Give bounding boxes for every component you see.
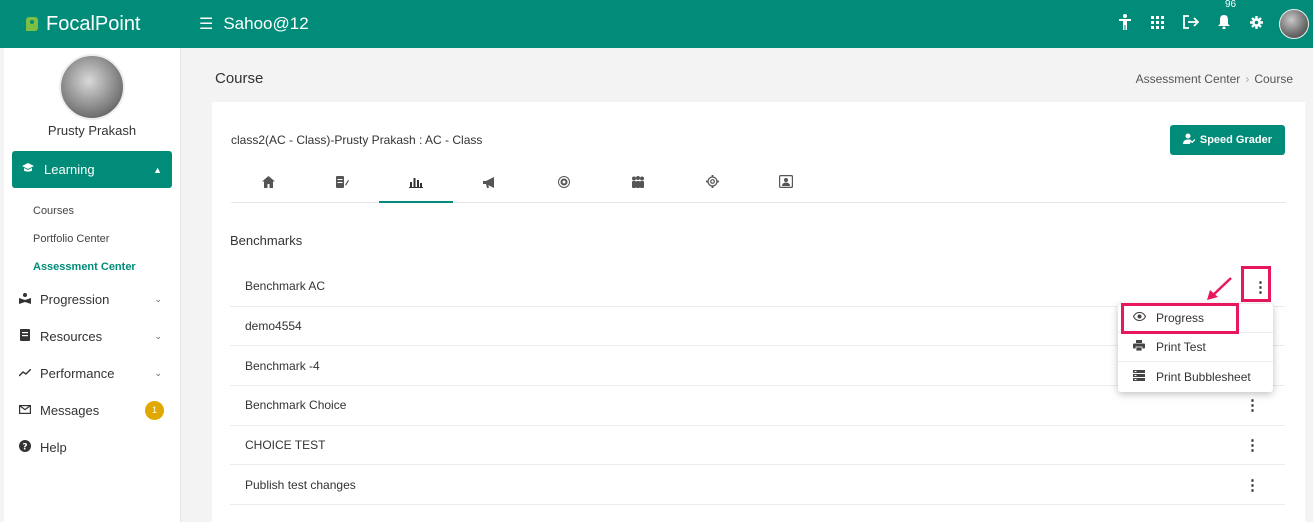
row-menu-highlight[interactable]: ⋮ <box>1241 266 1271 302</box>
top-icons: 96 <box>1108 0 1313 48</box>
list-item[interactable]: Publish test changes ⋮ <box>230 465 1285 506</box>
more-vertical-icon[interactable]: ⋮ <box>1245 476 1260 494</box>
edit-doc-icon <box>335 176 349 191</box>
speed-grader-label: Speed Grader <box>1199 134 1272 146</box>
benchmark-name: Benchmark AC <box>245 279 326 294</box>
chevron-down-icon: ⌄ <box>154 368 162 378</box>
list-item[interactable]: Benchmark Choice ⋮ <box>230 386 1285 426</box>
sidebar-subitem-assessment-center[interactable]: Assessment Center <box>4 253 180 281</box>
trend-icon <box>18 368 32 380</box>
bell-icon[interactable]: 96 <box>1207 0 1240 33</box>
sidebar-item-label: Performance <box>40 366 115 381</box>
settings-icon <box>705 175 719 191</box>
apps-grid-icon[interactable] <box>1141 15 1174 33</box>
tab-assignments[interactable] <box>305 166 379 203</box>
benchmark-chart-icon <box>409 176 423 191</box>
brand[interactable]: FocalPoint <box>0 13 185 36</box>
chevron-up-icon: ▲ <box>153 164 162 175</box>
printer-icon <box>1132 340 1146 354</box>
gear-icon[interactable] <box>1240 15 1273 33</box>
top-bar: FocalPoint ☰ Sahoo@12 96 <box>0 0 1313 48</box>
sidebar-item-performance[interactable]: Performance ⌄ <box>4 355 180 392</box>
menu-item-print-test[interactable]: Print Test <box>1118 333 1273 362</box>
avatar[interactable] <box>1279 9 1309 39</box>
logout-icon[interactable] <box>1174 15 1207 33</box>
focalpoint-logo-icon <box>26 17 38 31</box>
megaphone-icon <box>483 176 497 191</box>
sidebar-item-resources[interactable]: Resources ⌄ <box>4 318 180 355</box>
chevron-down-icon: ⌄ <box>154 294 162 304</box>
portrait-icon <box>779 175 794 191</box>
sidebar-item-label: Help <box>40 440 67 455</box>
home-icon <box>261 176 275 191</box>
list-item[interactable]: Benchmark AC <box>230 267 1285 307</box>
accessibility-icon[interactable] <box>1108 14 1141 34</box>
question-icon: ? <box>18 440 32 455</box>
breadcrumb-link-assessment-center[interactable]: Assessment Center <box>1136 72 1241 86</box>
benchmark-name: CHOICE TEST <box>245 438 326 453</box>
speed-grader-button[interactable]: Speed Grader <box>1169 125 1285 155</box>
benchmark-name: Publish test changes <box>245 477 356 492</box>
people-icon <box>631 176 645 191</box>
more-vertical-icon[interactable]: ⋮ <box>1253 278 1268 296</box>
sidebar-item-label: Resources <box>40 329 103 344</box>
svg-text:?: ? <box>22 442 27 452</box>
grader-user-icon <box>1182 133 1196 147</box>
benchmark-name: Benchmark -4 <box>245 358 320 373</box>
hamburger-menu-icon[interactable]: ☰ <box>199 14 213 34</box>
section-title: Benchmarks <box>230 233 303 248</box>
sidebar: Prusty Prakash Learning ▲ Courses Portfo… <box>4 48 181 522</box>
tab-people[interactable] <box>601 166 675 203</box>
more-vertical-icon[interactable]: ⋮ <box>1245 396 1260 414</box>
brand-name: FocalPoint <box>46 12 141 35</box>
tab-home[interactable] <box>231 166 305 203</box>
tab-goals[interactable] <box>527 166 601 203</box>
notification-count: 96 <box>1225 0 1237 10</box>
chevron-right-icon: › <box>1245 72 1250 86</box>
course-tabs <box>231 166 1286 203</box>
breadcrumb-current: Course <box>1254 72 1293 86</box>
benchmark-name: Benchmark Choice <box>245 398 347 413</box>
tab-portfolio[interactable] <box>749 166 823 203</box>
reading-icon <box>18 292 32 307</box>
sidebar-item-label: Learning <box>44 162 95 177</box>
menu-item-label: Print Bubblesheet <box>1156 369 1251 384</box>
sidebar-item-messages[interactable]: Messages 1 <box>4 392 180 429</box>
sidebar-item-progression[interactable]: Progression ⌄ <box>4 281 180 318</box>
sidebar-item-label: Progression <box>40 292 110 307</box>
annotation-arrow-icon <box>1207 277 1232 300</box>
tab-benchmarks[interactable] <box>379 166 453 203</box>
sidebar-item-label: Messages <box>40 403 100 418</box>
class-title: class2(AC - Class)-Prusty Prakash : AC -… <box>231 133 483 147</box>
breadcrumb: Assessment Center › Course <box>1136 72 1293 86</box>
graduation-cap-icon <box>22 163 34 176</box>
menu-item-label: Print Test <box>1156 340 1206 354</box>
book-icon <box>18 329 32 344</box>
username: Sahoo@12 <box>223 14 309 33</box>
sidebar-item-help[interactable]: ? Help <box>4 429 180 466</box>
tab-announcements[interactable] <box>453 166 527 203</box>
messages-badge: 1 <box>145 401 164 420</box>
sidebar-subitem-courses[interactable]: Courses <box>4 197 180 225</box>
bubblesheet-icon <box>1132 369 1146 384</box>
progress-highlight <box>1121 303 1239 334</box>
menu-item-print-bubblesheet[interactable]: Print Bubblesheet <box>1118 362 1273 391</box>
chevron-down-icon: ⌄ <box>154 331 162 341</box>
target-icon <box>558 176 570 191</box>
envelope-icon <box>18 404 32 417</box>
tab-settings[interactable] <box>675 166 749 203</box>
page-title: Course <box>215 70 264 87</box>
benchmark-name: demo4554 <box>245 319 302 334</box>
sidebar-subitem-portfolio-center[interactable]: Portfolio Center <box>4 225 180 253</box>
more-vertical-icon[interactable]: ⋮ <box>1245 436 1260 454</box>
sidebar-user-name: Prusty Prakash <box>47 123 137 138</box>
list-item[interactable]: CHOICE TEST ⋮ <box>230 426 1285 466</box>
sidebar-avatar <box>59 54 125 120</box>
sidebar-item-learning[interactable]: Learning ▲ <box>12 151 172 188</box>
